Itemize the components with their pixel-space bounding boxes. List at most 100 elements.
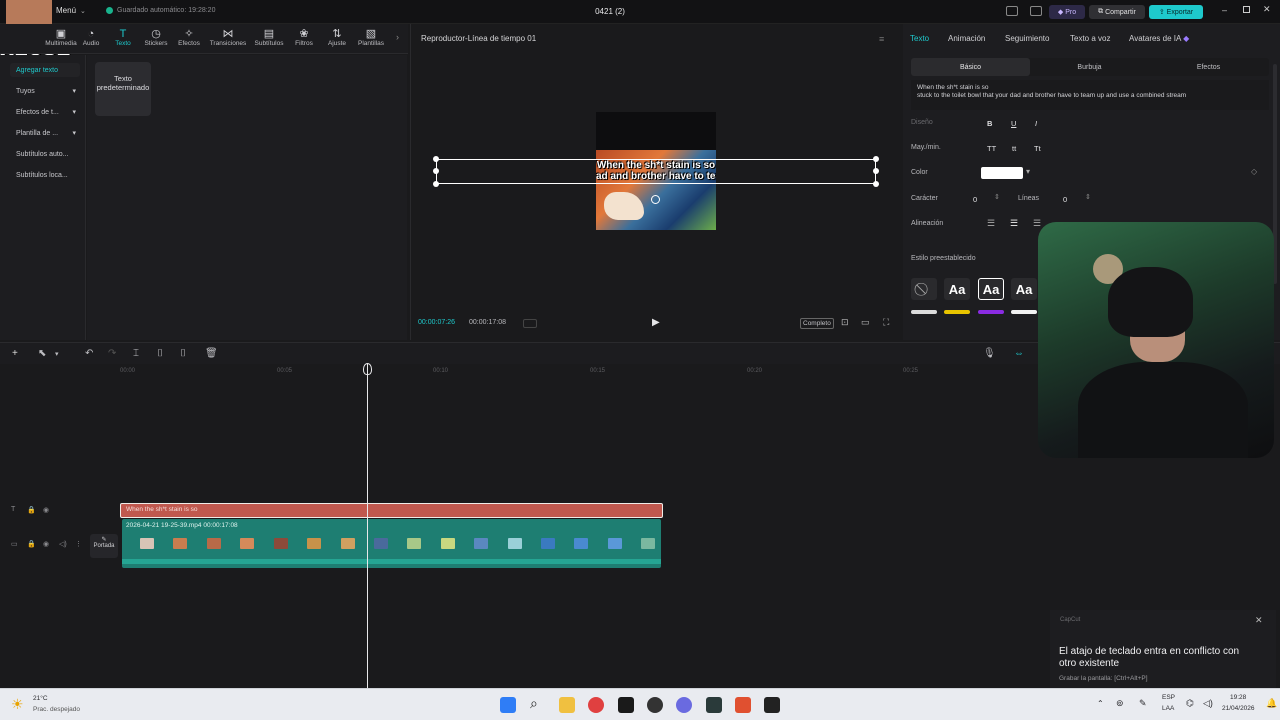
terminal-icon[interactable] bbox=[618, 697, 634, 713]
file-explorer-icon[interactable] bbox=[559, 697, 575, 713]
no-style-icon[interactable]: ⃠ bbox=[911, 278, 937, 300]
link-icon[interactable]: ⇔ bbox=[1014, 348, 1024, 359]
eye-icon[interactable]: ◉ bbox=[43, 506, 49, 514]
char-spacing-input[interactable]: 0 bbox=[973, 195, 977, 204]
language-layout[interactable]: LAA bbox=[1162, 705, 1174, 712]
lock-icon[interactable]: 🔒 bbox=[27, 506, 36, 514]
obs-icon[interactable] bbox=[647, 697, 663, 713]
stepper-icon[interactable]: ⇕ bbox=[1085, 193, 1091, 201]
tab-animation[interactable]: Animación bbox=[948, 34, 985, 43]
tool-audio[interactable]: ◔ Audio bbox=[74, 28, 108, 47]
discord-icon[interactable] bbox=[676, 697, 692, 713]
cover-button[interactable]: ✎ Portada bbox=[90, 534, 118, 558]
text-content-field[interactable]: When the sh*t stain is so stuck to the t… bbox=[911, 80, 1269, 110]
search-icon[interactable]: ⌕ bbox=[530, 695, 538, 712]
redo-icon[interactable]: ↷ bbox=[108, 348, 116, 359]
trim-right-icon[interactable]: ⌷ bbox=[180, 348, 186, 359]
resize-handle[interactable] bbox=[873, 156, 879, 162]
speaker-icon[interactable]: ◁) bbox=[59, 540, 67, 548]
text-selection-box[interactable] bbox=[433, 156, 879, 187]
align-left-icon[interactable]: ☰ bbox=[987, 218, 995, 229]
default-text-card[interactable]: Texto predeterminado bbox=[95, 62, 151, 116]
preset-swatch[interactable] bbox=[1011, 310, 1037, 314]
crop-icon[interactable]: ⊡ bbox=[841, 317, 849, 328]
capcut-taskbar-icon[interactable] bbox=[706, 697, 722, 713]
stepper-icon[interactable]: ⇕ bbox=[994, 193, 1000, 201]
brave-icon[interactable] bbox=[735, 697, 751, 713]
case-title-button[interactable]: Tt bbox=[1034, 144, 1041, 153]
preset-style-2[interactable]: Aa bbox=[978, 278, 1004, 300]
delete-icon[interactable]: 🗑 bbox=[205, 348, 218, 359]
align-center-icon[interactable]: ☰ bbox=[1010, 218, 1018, 229]
case-upper-button[interactable]: TT bbox=[987, 144, 996, 153]
language-code[interactable]: ESP bbox=[1162, 694, 1175, 701]
close-icon[interactable]: ✕ bbox=[1263, 4, 1271, 15]
add-track-icon[interactable]: + bbox=[12, 348, 18, 359]
play-icon[interactable]: ▶ bbox=[652, 317, 660, 328]
resize-handle[interactable] bbox=[433, 156, 439, 162]
layout-icon[interactable] bbox=[1006, 6, 1018, 16]
keyframe-icon[interactable]: ◇ bbox=[1251, 167, 1257, 176]
tab-tracking[interactable]: Seguimiento bbox=[1005, 34, 1049, 43]
text-clip[interactable]: When the sh*t stain is so bbox=[120, 503, 663, 518]
bold-icon[interactable]: B bbox=[987, 119, 992, 128]
tool-text[interactable]: T Texto bbox=[106, 28, 140, 47]
preset-swatch[interactable] bbox=[978, 310, 1004, 314]
nav-add-text[interactable]: Agregar texto bbox=[10, 63, 80, 77]
rotate-handle-icon[interactable] bbox=[651, 195, 660, 204]
nav-text-effects[interactable]: Efectos de t... ▾ bbox=[10, 105, 80, 119]
nav-auto-subtitles[interactable]: Subtítulos auto... bbox=[10, 147, 80, 161]
fullscreen-icon[interactable]: ⛶ bbox=[883, 317, 889, 328]
weather-icon[interactable]: ☀ bbox=[11, 696, 24, 713]
nav-text-templates[interactable]: Plantilla de ... ▾ bbox=[10, 126, 80, 140]
minimize-icon[interactable]: – bbox=[1222, 5, 1227, 15]
preset-swatch[interactable] bbox=[944, 310, 970, 314]
tool-stickers[interactable]: ◷ Stickers bbox=[139, 28, 173, 47]
chevron-down-icon[interactable]: ▾ bbox=[1026, 167, 1030, 176]
nav-yours[interactable]: Tuyos ▾ bbox=[10, 84, 80, 98]
tool-templates[interactable]: ▧ Plantillas bbox=[354, 28, 388, 47]
chrome-icon[interactable] bbox=[588, 697, 604, 713]
speaker-icon[interactable]: ◁) bbox=[1203, 698, 1213, 709]
preset-style-1[interactable]: Aa bbox=[944, 278, 970, 300]
network-icon[interactable]: ⊚ bbox=[1116, 698, 1124, 709]
video-clip[interactable]: 2026-04-21 19-25-39.mp4 00:00:17:08 bbox=[122, 519, 661, 568]
weather-desc[interactable]: Prac. despejado bbox=[33, 706, 80, 713]
italic-icon[interactable]: I bbox=[1035, 119, 1037, 128]
grid-icon[interactable] bbox=[523, 319, 537, 328]
tab-ai-avatars[interactable]: Avatares de IA ◆ bbox=[1129, 34, 1189, 43]
ratio-button[interactable]: Completo bbox=[800, 318, 834, 329]
resize-handle[interactable] bbox=[873, 168, 879, 174]
wifi-icon[interactable]: ⌬ bbox=[1186, 698, 1194, 709]
clock-time[interactable]: 19:28 bbox=[1230, 694, 1246, 701]
tool-transitions[interactable]: ⋈ Transiciones bbox=[207, 28, 249, 47]
capcut-icon[interactable] bbox=[764, 697, 780, 713]
lock-icon[interactable]: 🔒 bbox=[27, 540, 36, 548]
notification-bell-icon[interactable]: 🔔 bbox=[1266, 698, 1277, 709]
resize-handle[interactable] bbox=[433, 181, 439, 187]
tool-multimedia[interactable]: ▣ Multimedia bbox=[44, 28, 78, 47]
tool-effects[interactable]: ✧ Efectos bbox=[172, 28, 206, 47]
undo-icon[interactable]: ↶ bbox=[85, 348, 93, 359]
resize-handle[interactable] bbox=[873, 181, 879, 187]
microphone-icon[interactable]: 🎙 bbox=[983, 348, 996, 359]
case-lower-button[interactable]: tt bbox=[1012, 144, 1016, 153]
pen-icon[interactable]: ✎ bbox=[1139, 698, 1147, 709]
shortcut-icon[interactable] bbox=[1030, 6, 1042, 16]
compare-icon[interactable]: ▭ bbox=[861, 317, 870, 328]
split-icon[interactable]: ⌶ bbox=[133, 348, 139, 359]
weather-temp[interactable]: 21°C bbox=[33, 695, 48, 702]
eye-icon[interactable]: ◉ bbox=[43, 540, 49, 548]
close-icon[interactable]: ✕ bbox=[1255, 615, 1263, 626]
preset-swatch[interactable] bbox=[911, 310, 937, 314]
tool-adjust[interactable]: ⇅ Ajuste bbox=[320, 28, 354, 47]
trim-left-icon[interactable]: ⌷ bbox=[157, 348, 163, 359]
playhead-handle[interactable] bbox=[363, 363, 372, 375]
underline-icon[interactable]: U bbox=[1011, 119, 1016, 128]
nav-local-subtitles[interactable]: Subtítulos loca... bbox=[10, 168, 80, 182]
pro-button[interactable]: ◆ Pro bbox=[1049, 5, 1085, 19]
tab-text-to-speech[interactable]: Texto a voz bbox=[1070, 34, 1110, 43]
line-spacing-input[interactable]: 0 bbox=[1063, 195, 1067, 204]
subtab-basic[interactable]: Básico bbox=[911, 58, 1030, 76]
menu-icon[interactable]: ≡ bbox=[879, 34, 884, 44]
